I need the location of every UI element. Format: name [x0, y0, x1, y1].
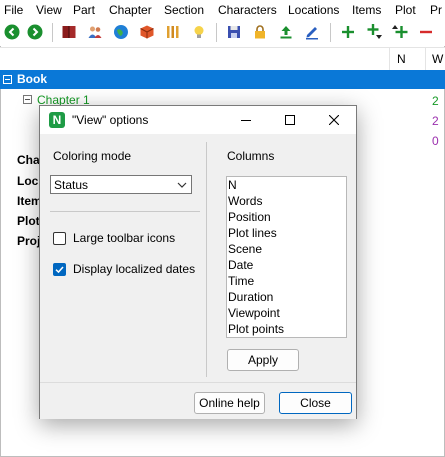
- list-item[interactable]: Plot lines: [228, 226, 277, 240]
- minimize-icon[interactable]: [224, 106, 268, 134]
- menu-bar: File View Part Chapter Section Character…: [0, 0, 445, 20]
- book-icon[interactable]: [58, 21, 80, 43]
- coloring-mode-value: Status: [54, 178, 89, 192]
- divider: [50, 211, 200, 212]
- localized-dates-checkbox[interactable]: [53, 262, 66, 276]
- menu-file[interactable]: File: [4, 3, 23, 17]
- column-header-n[interactable]: N: [397, 52, 406, 66]
- menu-view[interactable]: View: [36, 3, 62, 17]
- toolbar-separator: [330, 23, 331, 42]
- list-item[interactable]: Time: [228, 274, 254, 288]
- menu-section[interactable]: Section: [164, 3, 204, 17]
- online-help-button[interactable]: Online help: [194, 392, 265, 414]
- dialog-title: "View" options: [72, 113, 149, 127]
- menu-plot[interactable]: Plot: [395, 3, 416, 17]
- columns-list[interactable]: N Words Position Plot lines Scene Date T…: [226, 176, 347, 338]
- column-divider: [389, 48, 390, 70]
- menu-items[interactable]: Items: [352, 3, 381, 17]
- maximize-icon[interactable]: [268, 106, 312, 134]
- tree-header: N W: [0, 47, 445, 71]
- word-count-value: 2: [432, 94, 439, 108]
- forward-icon[interactable]: [24, 21, 46, 43]
- tree-node-items[interactable]: Item: [17, 194, 42, 208]
- word-count-value: 2: [432, 114, 439, 128]
- localized-dates-label: Display localized dates: [73, 262, 196, 276]
- menu-chapter[interactable]: Chapter: [109, 3, 152, 17]
- tree-node-project[interactable]: Proj: [17, 234, 40, 248]
- save-icon[interactable]: [223, 21, 245, 43]
- collapse-icon[interactable]: [23, 95, 32, 104]
- back-icon[interactable]: [1, 21, 23, 43]
- toolbar-separator: [52, 23, 53, 42]
- list-item[interactable]: Words: [228, 194, 262, 208]
- large-icons-checkbox[interactable]: [53, 231, 66, 245]
- app-logo-icon: N: [49, 112, 65, 128]
- tree-node-characters[interactable]: Cha: [17, 153, 40, 167]
- chevron-down-icon: [177, 179, 187, 193]
- list-item[interactable]: Position: [228, 210, 271, 224]
- checkmark-icon: [55, 265, 64, 273]
- menu-part[interactable]: Part: [73, 3, 95, 17]
- tree-node-locations[interactable]: Loc: [17, 174, 38, 188]
- book-label: Book: [17, 72, 47, 86]
- plot-lines-icon[interactable]: [162, 21, 184, 43]
- menu-project[interactable]: Pr: [430, 3, 442, 17]
- list-item[interactable]: Date: [228, 258, 253, 272]
- list-item[interactable]: N: [228, 178, 237, 192]
- items-icon[interactable]: [136, 21, 158, 43]
- coloring-mode-label: Coloring mode: [53, 149, 132, 163]
- add-icon[interactable]: [337, 21, 359, 43]
- view-options-dialog: N "View" options Coloring mode Status La…: [39, 105, 357, 419]
- tree-node-plot[interactable]: Plot: [17, 214, 40, 228]
- close-icon[interactable]: [312, 106, 356, 134]
- toolbar-separator: [216, 23, 217, 42]
- remove-icon[interactable]: [415, 21, 437, 43]
- add-sibling-icon[interactable]: [389, 21, 411, 43]
- word-count-value: 0: [432, 134, 439, 148]
- toolbar: [0, 20, 445, 46]
- locations-icon[interactable]: [110, 21, 132, 43]
- localized-dates-checkbox-row[interactable]: Display localized dates: [53, 261, 195, 277]
- tree-row-book[interactable]: Book: [0, 70, 445, 89]
- large-icons-label: Large toolbar icons: [73, 231, 176, 245]
- add-child-icon[interactable]: [363, 21, 385, 43]
- columns-label: Columns: [227, 149, 275, 163]
- list-item[interactable]: Viewpoint: [228, 306, 280, 320]
- close-button[interactable]: Close: [279, 392, 352, 414]
- large-icons-checkbox-row[interactable]: Large toolbar icons: [53, 230, 175, 246]
- edit-icon[interactable]: [301, 21, 323, 43]
- vertical-divider: [206, 142, 207, 377]
- list-item[interactable]: Duration: [228, 290, 273, 304]
- list-item[interactable]: Plot points: [228, 322, 284, 336]
- list-item[interactable]: Scene: [228, 242, 262, 256]
- idea-icon[interactable]: [188, 21, 210, 43]
- characters-icon[interactable]: [84, 21, 106, 43]
- coloring-mode-select[interactable]: Status: [50, 175, 192, 194]
- menu-characters[interactable]: Characters: [218, 3, 277, 17]
- dialog-titlebar[interactable]: N "View" options: [40, 106, 356, 134]
- collapse-icon[interactable]: [3, 75, 12, 84]
- lock-icon[interactable]: [249, 21, 271, 43]
- dialog-footer: Online help Close: [40, 382, 356, 419]
- column-divider: [425, 48, 426, 70]
- export-icon[interactable]: [275, 21, 297, 43]
- menu-locations[interactable]: Locations: [288, 3, 339, 17]
- apply-button[interactable]: Apply: [227, 349, 299, 371]
- column-header-w[interactable]: W: [432, 52, 443, 66]
